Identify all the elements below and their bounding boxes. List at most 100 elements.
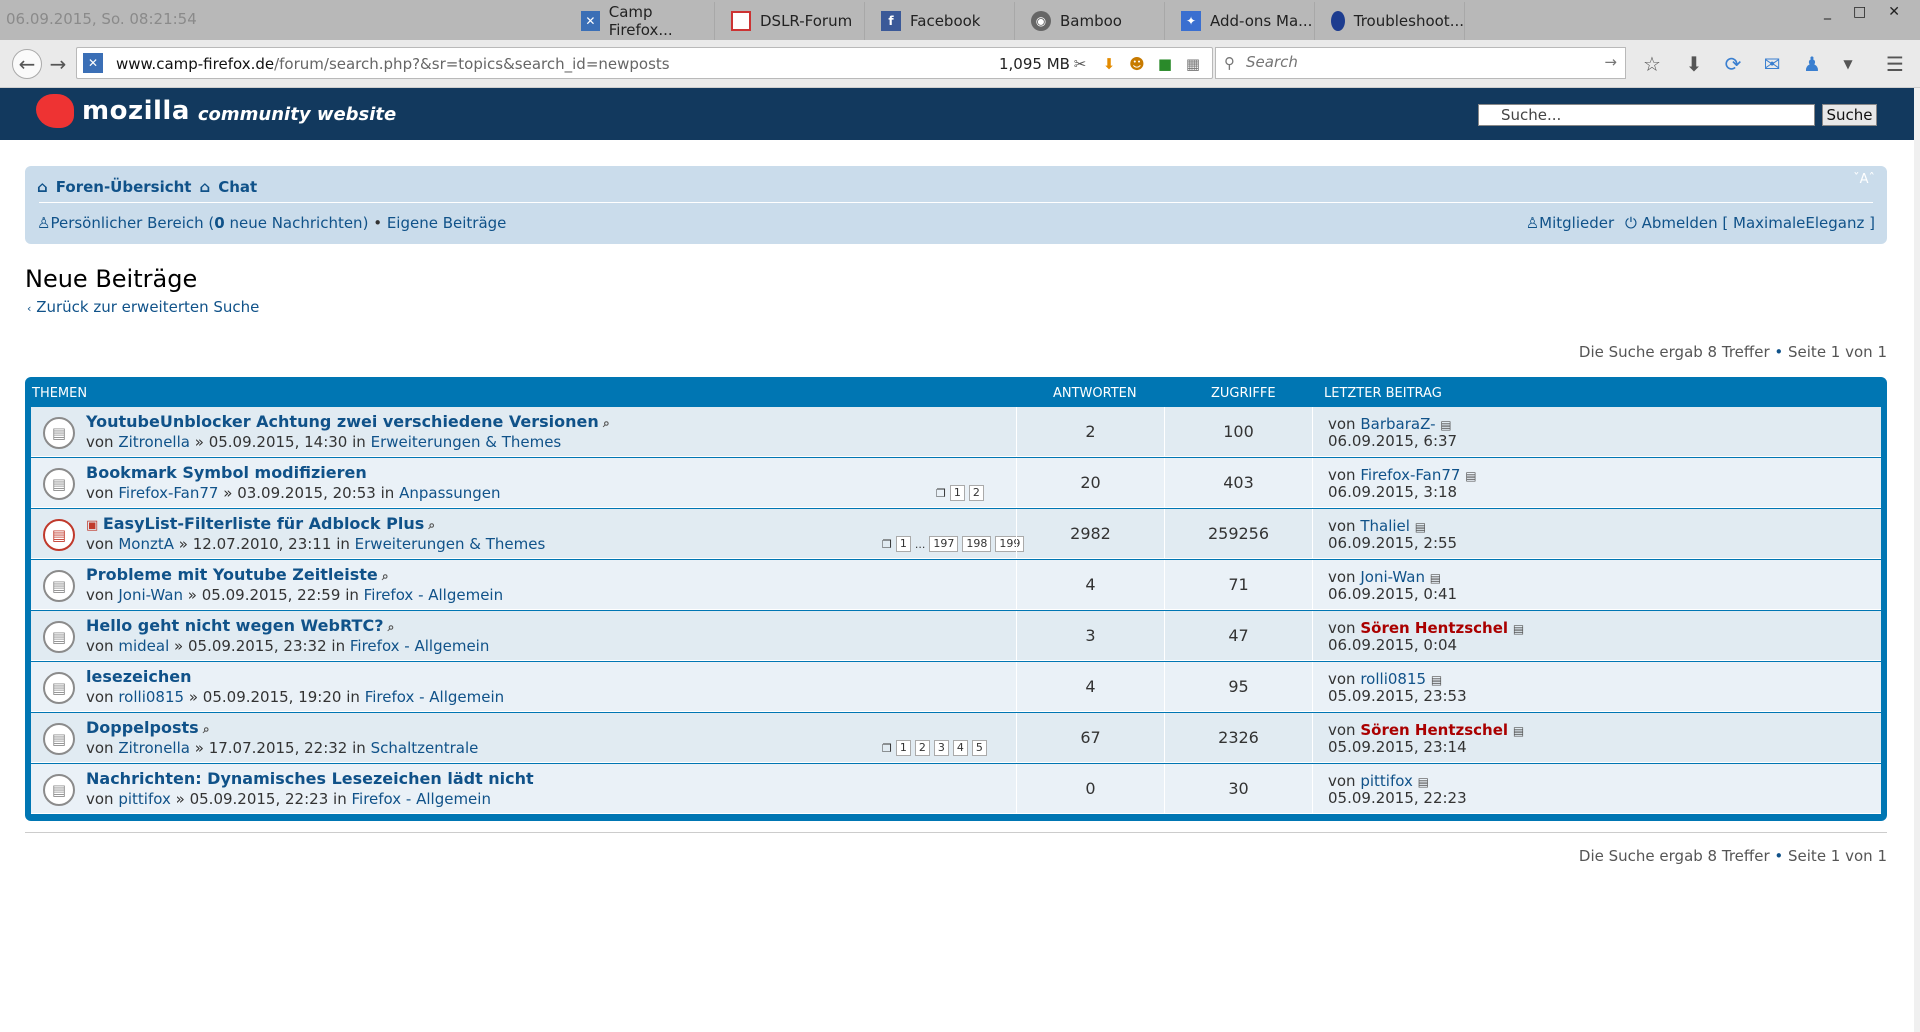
goto-last-post-icon[interactable]: ▤: [1465, 469, 1476, 483]
page-link[interactable]: 198: [962, 536, 992, 552]
logout-link[interactable]: Abmelden [ MaximaleEleganz ]: [1642, 214, 1875, 232]
forward-button[interactable]: →: [46, 52, 70, 76]
goto-last-post-icon[interactable]: ▤: [1415, 520, 1426, 534]
goto-last-post-icon[interactable]: ▤: [1513, 724, 1524, 738]
topic-forum-link[interactable]: Schaltzentrale: [371, 739, 479, 757]
own-posts-link[interactable]: Eigene Beiträge: [387, 214, 507, 232]
tab-dslr-forum[interactable]: DSLR-Forum: [725, 2, 865, 40]
account-icon[interactable]: ♟: [1800, 52, 1824, 76]
topic-title-link[interactable]: Bookmark Symbol modifizieren: [86, 463, 367, 482]
personal-area-link[interactable]: Persönlicher Bereich (0 neue Nachrichten…: [50, 214, 368, 232]
page-link[interactable]: 4: [952, 740, 968, 756]
topic-title-link[interactable]: Doppelposts: [86, 718, 199, 737]
crumb-chat[interactable]: Chat: [218, 178, 257, 196]
topic-forum-link[interactable]: Erweiterungen & Themes: [355, 535, 546, 553]
topic-author-link[interactable]: pittifox: [118, 790, 171, 808]
topic-author-link[interactable]: mideal: [118, 637, 169, 655]
back-to-search-link[interactable]: ‹ Zurück zur erweiterten Suche: [27, 298, 259, 316]
maximize-button[interactable]: □: [1853, 4, 1866, 20]
last-post-author-link[interactable]: Firefox-Fan77: [1360, 466, 1460, 484]
page-link[interactable]: 5: [971, 740, 987, 756]
url-text[interactable]: www.camp-firefox.de/forum/search.php?&sr…: [116, 55, 670, 73]
goto-last-post-icon[interactable]: ▤: [1513, 622, 1524, 636]
last-post-date: 06.09.2015, 2:55: [1328, 534, 1458, 552]
topic-author-link[interactable]: MonztA: [118, 535, 174, 553]
tab-addons[interactable]: ✦ Add-ons Ma...: [1175, 2, 1315, 40]
last-post-author-link[interactable]: BarbaraZ-: [1360, 415, 1435, 433]
topic-author-link[interactable]: Joni-Wan: [118, 586, 183, 604]
topic-title-link[interactable]: Probleme mit Youtube Zeitleiste: [86, 565, 378, 584]
site-logo[interactable]: mozilla community website: [36, 94, 396, 128]
goto-last-post-icon[interactable]: ▤: [1431, 673, 1442, 687]
page-link[interactable]: 2: [968, 485, 984, 501]
page-link[interactable]: 3: [933, 740, 949, 756]
page-link[interactable]: 1: [895, 740, 911, 756]
last-post-author-link[interactable]: Sören Hentzschel: [1360, 721, 1508, 739]
topic-date: 12.07.2010, 23:11: [192, 535, 332, 553]
search-go-icon[interactable]: →: [1604, 53, 1617, 71]
url-bar[interactable]: ✕ www.camp-firefox.de/forum/search.php?&…: [76, 47, 1213, 79]
sync-icon[interactable]: ⟳: [1721, 52, 1745, 76]
goto-last-post-icon[interactable]: ▤: [1418, 775, 1429, 789]
topic-title-link[interactable]: Hello geht nicht wegen WebRTC?: [86, 616, 383, 635]
browser-search-box[interactable]: ⚲ →: [1215, 47, 1626, 79]
replies-count: 2: [1016, 407, 1164, 457]
topic-title-link[interactable]: EasyList-Filterliste für Adblock Plus: [103, 514, 424, 533]
tab-camp-firefox[interactable]: ✕ Camp Firefox...: [575, 2, 715, 40]
topic-forum-link[interactable]: Firefox - Allgemein: [350, 637, 489, 655]
monkey-icon[interactable]: ☻: [1127, 54, 1147, 74]
tools-icon[interactable]: ✂: [1070, 54, 1090, 74]
last-post-author-link[interactable]: Thaliel: [1360, 517, 1410, 535]
bookmark-star-icon[interactable]: ☆: [1640, 52, 1664, 76]
topic-author-link[interactable]: Zitronella: [118, 433, 190, 451]
table-row: ▤ Probleme mit Youtube Zeitleiste ⌕ von Jo…: [31, 560, 1881, 610]
topic-forum-link[interactable]: Firefox - Allgemein: [365, 688, 504, 706]
page-link[interactable]: 197: [929, 536, 959, 552]
topic-forum-link[interactable]: Firefox - Allgemein: [352, 790, 491, 808]
goto-last-post-icon[interactable]: ▤: [1440, 418, 1451, 432]
grid-icon[interactable]: ▦: [1183, 54, 1203, 74]
mail-icon[interactable]: ✉: [1760, 52, 1784, 76]
last-post-author-link[interactable]: rolli0815: [1360, 670, 1426, 688]
crumb-forum-index[interactable]: Foren-Übersicht: [56, 178, 192, 196]
page-link[interactable]: 2: [914, 740, 930, 756]
tab-troubleshoot[interactable]: Troubleshoot...: [1325, 2, 1465, 40]
last-post-author-link[interactable]: pittifox: [1360, 772, 1413, 790]
minimize-button[interactable]: _: [1824, 4, 1831, 20]
color-addon-icon[interactable]: ■: [1155, 54, 1175, 74]
goto-last-post-icon[interactable]: ▤: [1430, 571, 1441, 585]
hamburger-menu-icon[interactable]: ☰: [1883, 52, 1907, 76]
site-search-button[interactable]: Suche: [1822, 104, 1877, 126]
divider: [39, 202, 1873, 203]
site-search-input[interactable]: Suche...: [1478, 104, 1815, 126]
download-addon-icon[interactable]: ⬇: [1099, 54, 1119, 74]
topic-forum-link[interactable]: Erweiterungen & Themes: [371, 433, 562, 451]
search-icon: ⚲: [1224, 54, 1235, 72]
views-count: 30: [1164, 764, 1312, 814]
last-post-author-link[interactable]: Sören Hentzschel: [1360, 619, 1508, 637]
topic-author-link[interactable]: Firefox-Fan77: [118, 484, 218, 502]
font-size-toggle[interactable]: ˇAˆ: [1853, 172, 1875, 187]
back-button[interactable]: ←: [12, 49, 42, 79]
browser-search-input[interactable]: [1246, 53, 1576, 71]
tab-facebook[interactable]: f Facebook: [875, 2, 1015, 40]
topic-author-link[interactable]: rolli0815: [118, 688, 184, 706]
site-identity-icon[interactable]: ✕: [83, 53, 103, 73]
topic-title-link[interactable]: lesezeichen: [86, 667, 191, 686]
members-link[interactable]: Mitglieder: [1539, 214, 1614, 232]
topic-title-line: Nachrichten: Dynamisches Lesezeichen läd…: [86, 769, 534, 788]
topic-forum-link[interactable]: Firefox - Allgemein: [364, 586, 503, 604]
chevron-down-icon[interactable]: ▼: [1836, 52, 1860, 76]
last-post-author-link[interactable]: Joni-Wan: [1360, 568, 1425, 586]
page-link[interactable]: 1: [895, 536, 911, 552]
close-button[interactable]: ✕: [1888, 4, 1900, 20]
tab-bamboo[interactable]: ◉ Bamboo: [1025, 2, 1165, 40]
downloads-icon[interactable]: ⬇: [1682, 52, 1706, 76]
topic-title-link[interactable]: YoutubeUnblocker Achtung zwei verschiede…: [86, 412, 599, 431]
topic-author-link[interactable]: Zitronella: [118, 739, 190, 757]
page-link[interactable]: 1: [949, 485, 965, 501]
topic-forum-link[interactable]: Anpassungen: [399, 484, 500, 502]
topic-title-link[interactable]: Nachrichten: Dynamisches Lesezeichen läd…: [86, 769, 534, 788]
scrollbar[interactable]: [1914, 88, 1920, 1032]
mozilla-dino-icon: [36, 94, 74, 128]
